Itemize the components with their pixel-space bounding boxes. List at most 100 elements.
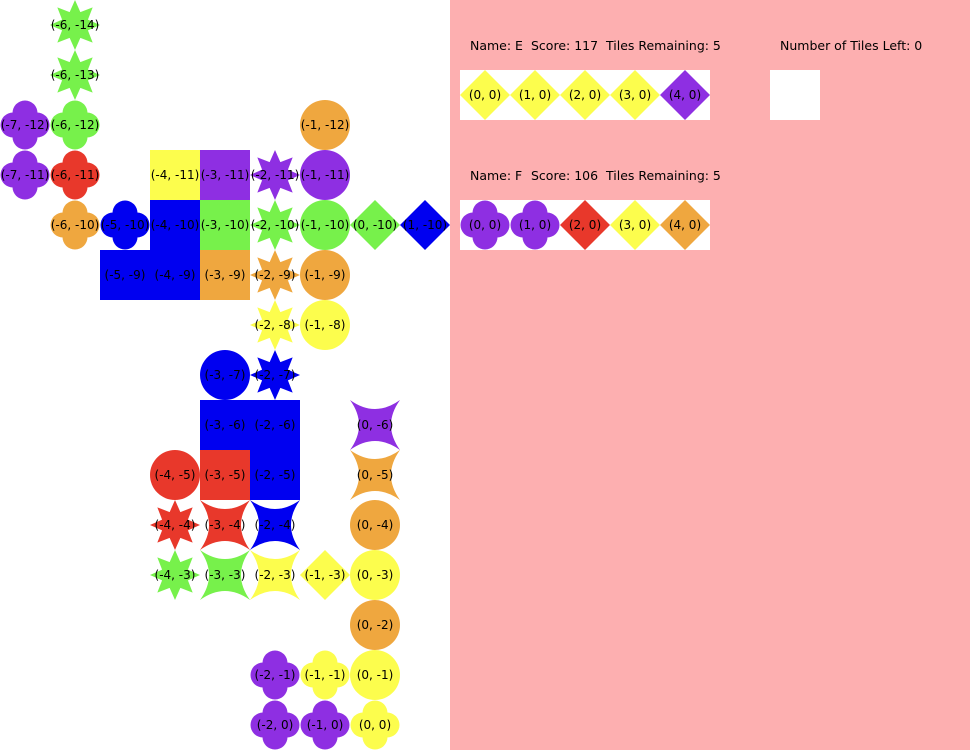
board-tile[interactable]: (-2, -5) — [250, 450, 300, 500]
purple-clover-icon — [0, 150, 50, 200]
yellow-diamond-icon — [610, 70, 660, 120]
blue-square-icon — [150, 250, 200, 300]
board-tile[interactable]: (-2, -9) — [250, 250, 300, 300]
board-tile[interactable]: (-4, -4) — [150, 500, 200, 550]
blue-square-icon — [250, 450, 300, 500]
board-tile[interactable]: (-7, -11) — [0, 150, 50, 200]
player-e-score: Score: 117 — [531, 38, 599, 53]
board-tile[interactable]: (-2, -3) — [250, 550, 300, 600]
board-tile[interactable]: (-5, -9) — [100, 250, 150, 300]
board-tile[interactable]: (0, -4) — [350, 500, 400, 550]
green-circle-icon — [300, 200, 350, 250]
board-tile[interactable]: (-3, -3) — [200, 550, 250, 600]
player-f-tiles-remaining: Tiles Remaining: 5 — [606, 168, 721, 183]
board-tile[interactable]: (-4, -11) — [150, 150, 200, 200]
board-tile[interactable]: (-3, -11) — [200, 150, 250, 200]
board-tile[interactable]: (-6, -10) — [50, 200, 100, 250]
board-tile[interactable]: (-2, -11) — [250, 150, 300, 200]
player-f-hand: (0, 0) (1, 0) (2, 0) (3, 0) (4, 0) — [460, 200, 710, 250]
board-tile[interactable]: (-4, -3) — [150, 550, 200, 600]
orange-diamond-icon — [660, 200, 710, 250]
red-diamond-icon — [560, 200, 610, 250]
board-tile[interactable]: (-1, -9) — [300, 250, 350, 300]
board-tile[interactable]: (-3, -4) — [200, 500, 250, 550]
board-tile[interactable]: (-4, -10) — [150, 200, 200, 250]
yellow-diamond-icon — [560, 70, 610, 120]
board-tile[interactable]: (-1, -11) — [300, 150, 350, 200]
yellow-diamond-icon — [460, 70, 510, 120]
board-tile[interactable]: (0, 0) — [350, 700, 400, 750]
hand-tile[interactable]: (1, 0) — [510, 70, 560, 120]
board-tile[interactable]: (-3, -6) — [200, 400, 250, 450]
board-tile[interactable]: (1, -10) — [400, 200, 450, 250]
board-tile[interactable]: (-4, -5) — [150, 450, 200, 500]
board-tile[interactable]: (-1, -12) — [300, 100, 350, 150]
blue-square-icon — [250, 400, 300, 450]
blue-star4-icon — [250, 500, 300, 550]
board-tile[interactable]: (-5, -10) — [100, 200, 150, 250]
green-clover-icon — [50, 100, 100, 150]
hand-tile[interactable]: (0, 0) — [460, 200, 510, 250]
board-tile[interactable]: (0, -3) — [350, 550, 400, 600]
red-star4-icon — [200, 500, 250, 550]
blue-square-icon — [150, 200, 200, 250]
board-tile[interactable]: (-2, -10) — [250, 200, 300, 250]
board-tile[interactable]: (-1, -1) — [300, 650, 350, 700]
blue-square-icon — [100, 250, 150, 300]
board-tile[interactable]: (0, -6) — [350, 400, 400, 450]
purple-star4-icon — [350, 400, 400, 450]
board-tile[interactable]: (0, -2) — [350, 600, 400, 650]
board-tile[interactable]: (-2, -7) — [250, 350, 300, 400]
board-tile[interactable]: (-2, -8) — [250, 300, 300, 350]
board-tile[interactable]: (0, -1) — [350, 650, 400, 700]
board-tile[interactable]: (-6, -13) — [50, 50, 100, 100]
board-tile[interactable]: (-1, 0) — [300, 700, 350, 750]
purple-clover-icon — [460, 200, 510, 250]
yellow-diamond-icon — [610, 200, 660, 250]
board-tile[interactable]: (0, -10) — [350, 200, 400, 250]
board-tile[interactable]: (-2, -4) — [250, 500, 300, 550]
board-tile[interactable]: (-1, -3) — [300, 550, 350, 600]
yellow-circle-icon — [300, 300, 350, 350]
orange-clover-icon — [50, 200, 100, 250]
board-tile[interactable]: (-3, -5) — [200, 450, 250, 500]
board-tile[interactable]: (-6, -14) — [50, 0, 100, 50]
blue-circle-icon — [200, 350, 250, 400]
board-tile[interactable]: (-1, -10) — [300, 200, 350, 250]
game-board[interactable]: (-6, -14) (-6, -13) (-7, -12) (-6, -12) (-1,… — [0, 0, 450, 750]
hand-tile[interactable]: (2, 0) — [560, 70, 610, 120]
board-tile[interactable]: (-3, -10) — [200, 200, 250, 250]
blue-clover-icon — [100, 200, 150, 250]
hand-tile[interactable]: (2, 0) — [560, 200, 610, 250]
board-tile[interactable]: (-7, -12) — [0, 100, 50, 150]
purple-square-icon — [200, 150, 250, 200]
hand-tile[interactable]: (0, 0) — [460, 70, 510, 120]
green-star8-icon — [50, 0, 100, 50]
orange-circle-icon — [300, 250, 350, 300]
yellow-clover-icon — [350, 700, 400, 750]
board-tile[interactable]: (-4, -9) — [150, 250, 200, 300]
hand-tile[interactable]: (4, 0) — [660, 200, 710, 250]
orange-square-icon — [200, 250, 250, 300]
board-tile[interactable]: (-6, -11) — [50, 150, 100, 200]
board-tile[interactable]: (-1, -8) — [300, 300, 350, 350]
blue-square-icon — [200, 400, 250, 450]
board-tile[interactable]: (0, -5) — [350, 450, 400, 500]
board-tile[interactable]: (-3, -7) — [200, 350, 250, 400]
board-tile[interactable]: (-6, -12) — [50, 100, 100, 150]
board-tile[interactable]: (-3, -9) — [200, 250, 250, 300]
yellow-circle-icon — [350, 650, 400, 700]
purple-clover-icon — [510, 200, 560, 250]
board-tile[interactable]: (-2, -6) — [250, 400, 300, 450]
yellow-star8-icon — [250, 300, 300, 350]
board-tile[interactable]: (-2, -1) — [250, 650, 300, 700]
hand-tile[interactable]: (1, 0) — [510, 200, 560, 250]
yellow-square-icon — [150, 150, 200, 200]
hand-tile[interactable]: (3, 0) — [610, 70, 660, 120]
board-tile[interactable]: (-2, 0) — [250, 700, 300, 750]
purple-clover-icon — [300, 700, 350, 750]
yellow-circle-icon — [350, 550, 400, 600]
purple-diamond-icon — [660, 70, 710, 120]
hand-tile[interactable]: (3, 0) — [610, 200, 660, 250]
hand-tile[interactable]: (4, 0) — [660, 70, 710, 120]
